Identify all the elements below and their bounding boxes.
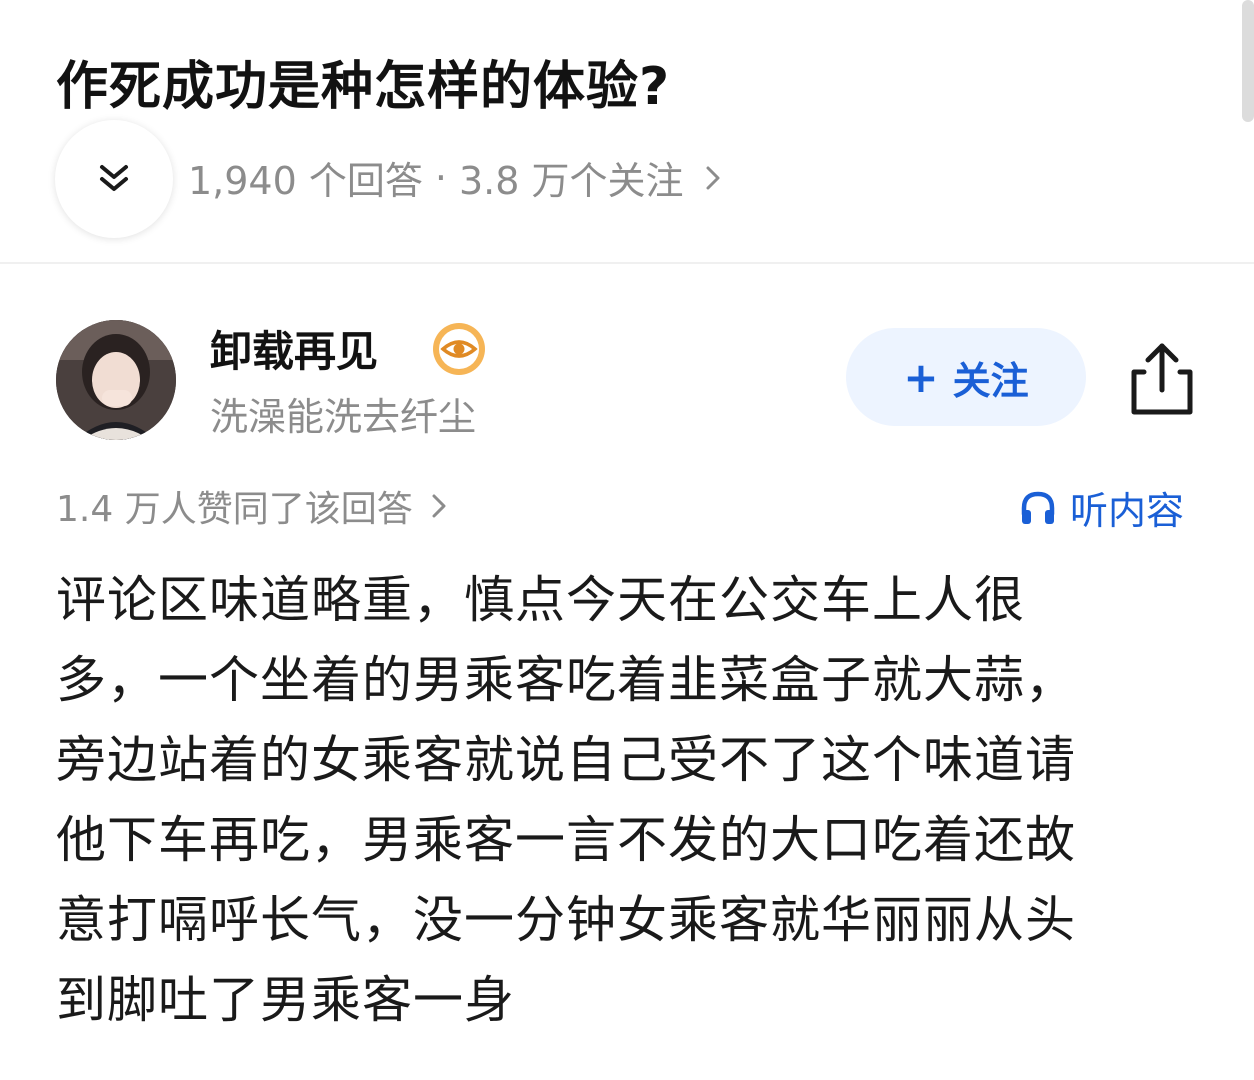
chevron-right-icon [705, 164, 721, 192]
answer-line: 多，一个坐着的男乘客吃着韭菜盒子就大蒜， [56, 651, 1076, 709]
avatar[interactable] [56, 320, 176, 440]
chevron-right-icon [431, 492, 447, 520]
answer-line: 他下车再吃，男乘客一言不发的大口吃着还故 [56, 811, 1076, 869]
follow-button[interactable]: + 关注 [846, 328, 1086, 426]
eye-badge-icon [433, 323, 485, 375]
answer-content: 评论区味道略重，慎点今天在公交车上人很 多，一个坐着的男乘客吃着韭菜盒子就大蒜，… [56, 560, 1206, 1040]
scrollbar[interactable] [1242, 0, 1254, 122]
question-stats[interactable]: 1,940 个回答 · 3.8 万个关注 [188, 150, 721, 205]
author-bio: 洗澡能洗去纤尘 [210, 395, 477, 439]
collapse-button[interactable] [55, 120, 173, 238]
answer-line: 旁边站着的女乘客就说自己受不了这个味道请 [56, 731, 1076, 789]
section-divider [0, 262, 1254, 264]
answer-line: 评论区味道略重，慎点今天在公交车上人很 [56, 571, 1025, 629]
author-name[interactable]: 卸载再见 [210, 318, 378, 379]
plus-icon: + [903, 352, 939, 402]
share-icon[interactable] [1124, 338, 1200, 418]
upvote-summary[interactable]: 1.4 万人赞同了该回答 [56, 480, 447, 532]
stats-separator: · [434, 155, 447, 200]
listen-button[interactable]: 听内容 [1018, 480, 1184, 535]
answer-page: 作死成功是种怎样的体验? 1,940 个回答 · 3.8 万个关注 卸载再见 洗… [0, 0, 1254, 1080]
answers-count: 1,940 个回答 [188, 159, 423, 203]
follow-label: 关注 [952, 358, 1029, 403]
answer-line: 到脚吐了男乘客一身 [56, 971, 515, 1029]
avatar-image [56, 320, 176, 440]
listen-label: 听内容 [1070, 489, 1185, 533]
answer-line: 意打嗝呼长气，没一分钟女乘客就华丽丽从头 [56, 891, 1076, 949]
double-chevron-down-icon [100, 165, 128, 191]
headphones-icon [1018, 488, 1058, 528]
upvote-count: 1.4 万人赞同了该回答 [56, 489, 413, 530]
followers-count: 3.8 万个关注 [458, 159, 684, 203]
question-title[interactable]: 作死成功是种怎样的体验? [56, 44, 670, 119]
